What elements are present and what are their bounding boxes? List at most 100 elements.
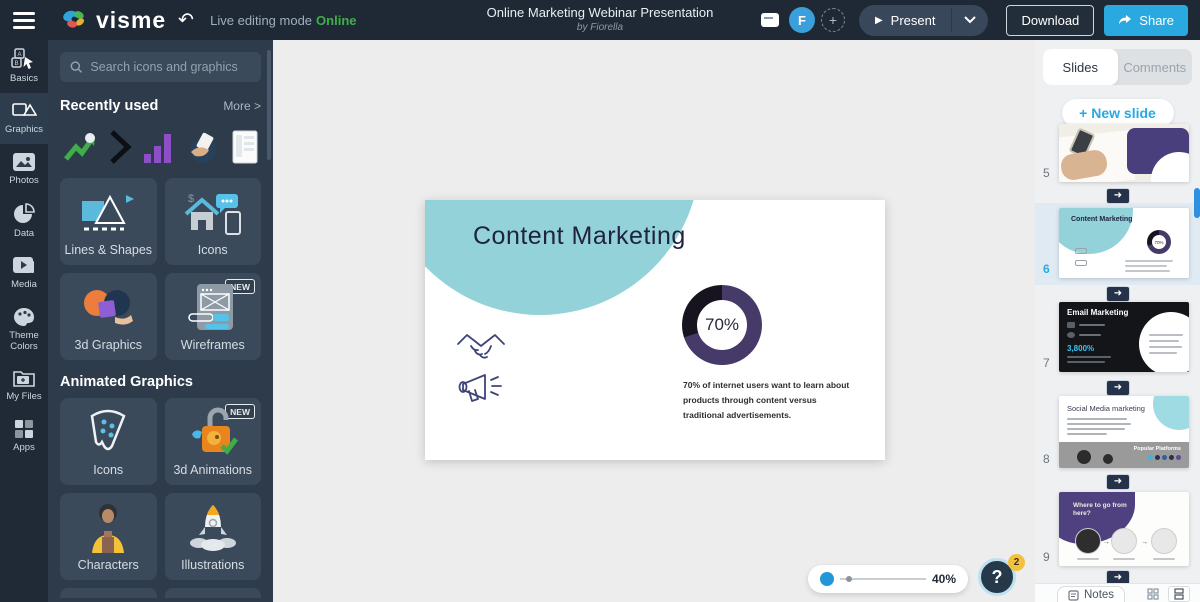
slide-row-8: 8 Social Media marketing Popular Platfor… bbox=[1035, 396, 1200, 470]
slide-row-7: 7 Email Marketing 3,800% bbox=[1035, 302, 1200, 374]
slide-number: 5 bbox=[1043, 166, 1050, 180]
panel-scrollbar[interactable] bbox=[267, 50, 271, 160]
slide-row-6: 6 Content Marketing 70% bbox=[1035, 208, 1200, 280]
category-illustrations[interactable]: Illustrations bbox=[165, 493, 262, 580]
svg-text:A: A bbox=[17, 52, 21, 58]
recently-used-row bbox=[62, 126, 259, 168]
download-button[interactable]: Download bbox=[1006, 5, 1094, 36]
green-trend-arrow-icon[interactable] bbox=[62, 129, 98, 165]
slide-transition-button[interactable]: ➜ bbox=[1106, 474, 1130, 490]
slide-caption[interactable]: 70% of internet users want to learn abou… bbox=[683, 378, 855, 423]
slide-number: 8 bbox=[1043, 452, 1050, 466]
sidebar-item-media[interactable]: Media bbox=[0, 248, 48, 299]
zoom-slider-track[interactable] bbox=[840, 578, 926, 580]
share-button[interactable]: Share bbox=[1104, 5, 1188, 36]
photos-image-icon bbox=[11, 151, 37, 173]
slide-thumbnail-5[interactable] bbox=[1059, 124, 1189, 182]
online-status: Online bbox=[316, 13, 356, 28]
category-3d-animations[interactable]: NEW 3d Animations bbox=[165, 398, 262, 485]
partial-card[interactable] bbox=[165, 588, 262, 598]
category-wireframes[interactable]: NEW Wireframes bbox=[165, 273, 262, 360]
purple-bar-chart-icon[interactable] bbox=[142, 130, 176, 164]
slide-thumbnail-9[interactable]: Where to go from here? → → bbox=[1059, 492, 1189, 566]
play-icon: ▶ bbox=[875, 15, 883, 26]
slides-panel: Slides Comments + New slide 5 ➜ bbox=[1035, 40, 1200, 602]
more-link[interactable]: More > bbox=[223, 99, 261, 113]
social-platform-dots bbox=[1148, 455, 1181, 460]
handshake-icon[interactable] bbox=[455, 330, 507, 366]
zoom-control[interactable]: 40% bbox=[808, 565, 968, 593]
tab-slides[interactable]: Slides bbox=[1043, 49, 1118, 85]
search-bar[interactable] bbox=[60, 52, 261, 82]
chevron-right-icon[interactable] bbox=[108, 130, 132, 164]
grid-view-button[interactable] bbox=[1142, 586, 1164, 602]
present-button[interactable]: ▶Present bbox=[859, 5, 952, 36]
list-view-button[interactable] bbox=[1168, 586, 1190, 602]
pizza-slice-icon bbox=[60, 408, 157, 458]
basics-blocks-icon: A B bbox=[11, 47, 37, 71]
slide-number-selected: 6 bbox=[1043, 262, 1050, 276]
teal-semicircle-shape[interactable] bbox=[425, 200, 700, 315]
zoom-slider-knob[interactable] bbox=[820, 572, 834, 586]
notes-icon bbox=[1068, 590, 1079, 601]
slide-title[interactable]: Content Marketing bbox=[473, 222, 686, 251]
partial-card[interactable] bbox=[60, 588, 157, 598]
document-meta: Online Marketing Webinar Presentation by… bbox=[487, 5, 714, 33]
top-bar: visme ↷ Live editing modeOnline Online M… bbox=[0, 0, 1200, 40]
sidebar-item-my-files[interactable]: My Files bbox=[0, 360, 48, 411]
canvas[interactable]: Content Marketing 70% 70% o bbox=[273, 40, 1035, 602]
grid-view-icon bbox=[1147, 588, 1159, 600]
comments-icon[interactable] bbox=[761, 13, 779, 27]
view-toggles bbox=[1142, 586, 1190, 602]
icons-category-icon: $ bbox=[165, 188, 262, 238]
present-dropdown-button[interactable] bbox=[951, 8, 988, 32]
visme-logo[interactable]: visme bbox=[62, 7, 166, 34]
slide-row-5: 5 bbox=[1035, 124, 1200, 184]
animated-category-grid: Icons NEW 3d Animations Characters Illu bbox=[60, 398, 261, 580]
category-icons[interactable]: $ Icons bbox=[165, 178, 262, 265]
padlock-3d-icon bbox=[165, 408, 262, 458]
new-slide-button[interactable]: + New slide bbox=[1062, 99, 1174, 127]
live-mode-status: Live editing modeOnline bbox=[210, 13, 356, 28]
slide-transition-button[interactable]: ➜ bbox=[1106, 380, 1130, 396]
chevron-down-icon bbox=[964, 16, 976, 24]
undo-icon[interactable]: ↷ bbox=[178, 9, 194, 32]
sidebar-item-data[interactable]: Data bbox=[0, 195, 48, 248]
document-icon[interactable] bbox=[231, 129, 259, 165]
search-icon bbox=[70, 60, 82, 74]
sidebar-item-graphics[interactable]: Graphics bbox=[0, 93, 48, 144]
slide-thumbnail-6[interactable]: Content Marketing 70% bbox=[1059, 208, 1189, 278]
category-lines-shapes[interactable]: Lines & Shapes bbox=[60, 178, 157, 265]
media-play-icon bbox=[11, 255, 37, 277]
share-arrow-icon bbox=[1118, 14, 1132, 26]
category-3d-graphics[interactable]: 3d Graphics bbox=[60, 273, 157, 360]
avatar[interactable]: F bbox=[789, 7, 815, 33]
visme-pinwheel-icon bbox=[62, 7, 88, 33]
notes-button[interactable]: Notes bbox=[1057, 586, 1125, 602]
document-byline: by Fiorella bbox=[487, 22, 714, 33]
category-characters[interactable]: Characters bbox=[60, 493, 157, 580]
hamburger-menu-icon[interactable] bbox=[0, 0, 48, 40]
tab-comments[interactable]: Comments bbox=[1118, 49, 1193, 85]
slide-transition-button[interactable]: ➜ bbox=[1106, 188, 1130, 204]
megaphone-icon[interactable] bbox=[457, 372, 505, 406]
sidebar-item-apps[interactable]: Apps bbox=[0, 411, 48, 462]
hand-holding-card-icon[interactable] bbox=[185, 130, 221, 164]
category-animated-icons[interactable]: Icons bbox=[60, 398, 157, 485]
apps-grid-icon bbox=[13, 418, 35, 440]
slide-transition-button[interactable]: ➜ bbox=[1106, 286, 1130, 302]
svg-text:B: B bbox=[14, 61, 18, 67]
wireframes-icon bbox=[165, 283, 262, 333]
character-person-icon bbox=[60, 503, 157, 553]
slide-thumbnail-7[interactable]: Email Marketing 3,800% bbox=[1059, 302, 1189, 372]
graphics-shapes-icon bbox=[11, 100, 37, 122]
document-title[interactable]: Online Marketing Webinar Presentation bbox=[487, 5, 714, 20]
search-input[interactable] bbox=[90, 60, 251, 74]
slide-thumbnail-8[interactable]: Social Media marketing Popular Platforms bbox=[1059, 396, 1189, 468]
slide-row-9: 9 Where to go from here? → → bbox=[1035, 492, 1200, 568]
add-collaborator-button[interactable]: + bbox=[821, 8, 845, 32]
sidebar-item-photos[interactable]: Photos bbox=[0, 144, 48, 195]
sidebar-item-theme-colors[interactable]: ThemeColors bbox=[0, 299, 48, 361]
slide-canvas[interactable]: Content Marketing 70% 70% o bbox=[425, 200, 885, 460]
sidebar-item-basics[interactable]: A B Basics bbox=[0, 40, 48, 93]
